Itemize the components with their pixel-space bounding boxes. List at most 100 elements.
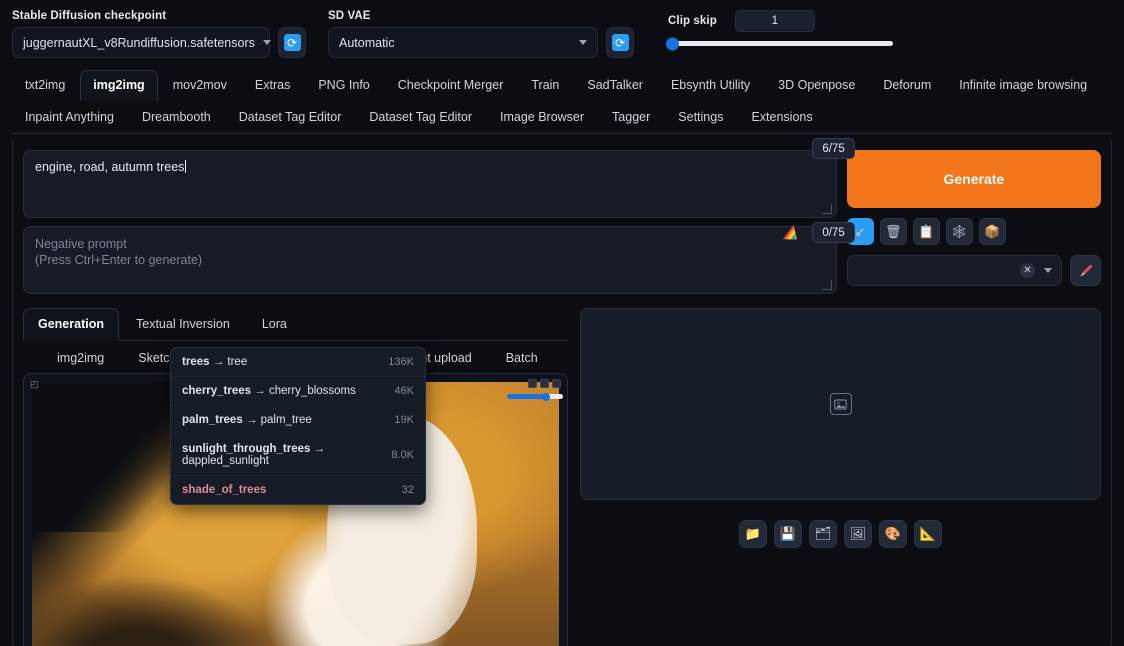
refresh-vae-button[interactable]: ⟳ (606, 27, 634, 58)
refresh-checkpoint-button[interactable]: ⟳ (278, 27, 306, 58)
redo-icon[interactable] (540, 379, 549, 388)
autocomplete-term: sunlight_through_trees → dappled_sunligh… (182, 443, 326, 467)
vae-dropdown[interactable]: Automatic (328, 27, 598, 58)
negative-prompt-input[interactable]: Negative prompt (Press Ctrl+Enter to gen… (23, 226, 837, 294)
autocomplete-item[interactable]: palm_trees → palm_tree 19K (171, 405, 425, 434)
checkpoint-label: Stable Diffusion checkpoint (12, 10, 167, 22)
tab-infinite-image-browsing[interactable]: Infinite image browsing (946, 70, 1100, 101)
img-subtab-img2img[interactable]: img2img (41, 351, 120, 365)
slider-thumb[interactable] (541, 392, 550, 401)
tab-tagger[interactable]: Tagger (599, 102, 663, 133)
clip-skip-field: Clip skip 1 (666, 10, 923, 50)
save-zip-icon[interactable]: 🗂 (809, 520, 837, 548)
ruler-icon[interactable]: 📐 (914, 520, 942, 548)
img-subtab-batch[interactable]: Batch (490, 351, 554, 365)
clip-skip-value[interactable]: 1 (734, 10, 815, 32)
negative-prompt-placeholder-1: Negative prompt (35, 237, 127, 251)
autocomplete-item[interactable]: trees → tree 136K (171, 348, 425, 376)
save-icon[interactable]: 💾 (774, 520, 802, 548)
autocomplete-count: 46K (394, 385, 414, 397)
autocomplete-item[interactable]: cherry_trees → cherry_blossoms 46K (171, 376, 425, 405)
slider-fill (507, 394, 546, 399)
tab-png-info[interactable]: PNG Info (305, 70, 382, 101)
tab-dataset-tag-editor[interactable]: Dataset Tag Editor (226, 102, 355, 133)
clear-x-icon[interactable]: ✕ (1020, 263, 1035, 278)
clip-skip-slider[interactable] (666, 37, 893, 50)
output-gallery[interactable] (580, 308, 1101, 500)
folder-icon[interactable]: 📁 (739, 520, 767, 548)
vae-field: SD VAE Automatic ⟳ (328, 10, 634, 58)
autocomplete-item[interactable]: shade_of_trees 32 (171, 475, 425, 504)
autocomplete-term: shade_of_trees (182, 484, 267, 496)
main-tabs: txt2img img2img mov2mov Extras PNG Info Check… (0, 70, 1124, 134)
autocomplete-dropdown[interactable]: trees → tree 136K cherry_trees → cherry_bl… (170, 347, 426, 505)
tab-sadtalker[interactable]: SadTalker (574, 70, 656, 101)
vae-value: Automatic (339, 35, 395, 50)
chevron-down-icon (1044, 268, 1052, 273)
gallery-tool-row: 📁 💾 🗂 🖼 🎨 📐 (580, 520, 1101, 548)
refresh-icon: ⟳ (611, 34, 629, 51)
tab-inpaint-anything[interactable]: Inpaint Anything (12, 102, 127, 133)
tab-ebsynth-utility[interactable]: Ebsynth Utility (658, 70, 763, 101)
tab-dreambooth[interactable]: Dreambooth (129, 102, 224, 133)
tab-divider (12, 133, 1112, 134)
gen-tab-textual-inversion[interactable]: Textual Inversion (121, 308, 245, 340)
top-toolbar: Stable Diffusion checkpoint juggernautXL… (0, 0, 1124, 70)
remove-icon[interactable] (552, 379, 561, 388)
prompt-token-counter: 6/75 (812, 138, 855, 159)
tab-checkpoint-merger[interactable]: Checkpoint Merger (385, 70, 517, 101)
tab-image-browser[interactable]: Image Browser (487, 102, 597, 133)
autocomplete-count: 8.0K (391, 449, 414, 461)
checkpoint-field: Stable Diffusion checkpoint juggernautXL… (12, 10, 306, 58)
send-to-img2img-icon[interactable]: 🖼 (844, 520, 872, 548)
styles-dropdown[interactable]: ✕ (846, 255, 1062, 286)
chevron-down-icon (579, 40, 587, 45)
prompt-text: engine, road, autumn trees (35, 160, 185, 174)
slider-thumb[interactable] (666, 37, 679, 50)
negative-token-counter: 0/75 (812, 222, 855, 243)
network-icon[interactable]: 🕸 (945, 218, 973, 245)
gen-tab-lora[interactable]: Lora (247, 308, 302, 340)
checkpoint-dropdown[interactable]: juggernautXL_v8Rundiffusion.safetensors (12, 27, 271, 58)
generation-tab-row: Generation Textual Inversion Lora (23, 308, 568, 341)
prompt-column: engine, road, autumn trees Negative prom… (23, 138, 855, 294)
brush-size-slider[interactable] (507, 392, 563, 401)
resize-grip[interactable] (821, 204, 832, 214)
clip-skip-label: Clip skip (668, 15, 717, 27)
tab-dataset-tag-editor[interactable]: Dataset Tag Editor (356, 102, 485, 133)
action-icon-row: ↙ 🗑 📋 🕸 📦 (846, 218, 1101, 245)
tab-train[interactable]: Train (518, 70, 572, 101)
autocomplete-item[interactable]: sunlight_through_trees → dappled_sunligh… (171, 434, 425, 475)
edit-styles-button[interactable] (1070, 255, 1101, 286)
paintbrush-icon (1080, 264, 1092, 276)
tab-extras[interactable]: Extras (242, 70, 303, 101)
autocomplete-count: 136K (388, 356, 414, 368)
autocomplete-term: trees → tree (182, 356, 248, 368)
rainbow-palette-icon (782, 224, 797, 240)
gen-tab-generation[interactable]: Generation (23, 308, 119, 341)
checkpoint-value: juggernautXL_v8Rundiffusion.safetensors (23, 35, 255, 50)
clipboard-icon[interactable]: 📋 (912, 218, 940, 245)
cube-icon[interactable]: 📦 (978, 218, 1006, 245)
main-panel: engine, road, autumn trees Negative prom… (12, 138, 1112, 646)
tab-mov2mov[interactable]: mov2mov (160, 70, 240, 101)
prompt-input[interactable]: engine, road, autumn trees (23, 150, 837, 218)
autocomplete-count: 19K (394, 414, 414, 426)
tab-settings[interactable]: Settings (665, 102, 736, 133)
refresh-icon: ⟳ (283, 34, 301, 51)
palette-icon[interactable]: 🎨 (879, 520, 907, 548)
tab-txt2img[interactable]: txt2img (12, 70, 78, 101)
tab-img2img[interactable]: img2img (80, 70, 158, 101)
generate-button[interactable]: Generate (846, 150, 1101, 208)
tab-deforum[interactable]: Deforum (870, 70, 944, 101)
undo-icon[interactable] (528, 379, 537, 388)
resize-grip[interactable] (821, 280, 832, 290)
image-placeholder-icon (829, 393, 852, 415)
tab-extensions[interactable]: Extensions (738, 102, 825, 133)
vae-label: SD VAE (328, 10, 371, 22)
autocomplete-term: cherry_trees → cherry_blossoms (182, 385, 356, 397)
action-column: Generate ↙ 🗑 📋 🕸 📦 ✕ (846, 150, 1101, 294)
image-corner-label: ◰ (30, 379, 39, 389)
trash-icon[interactable]: 🗑 (879, 218, 907, 245)
tab-3d-openpose[interactable]: 3D Openpose (765, 70, 868, 101)
